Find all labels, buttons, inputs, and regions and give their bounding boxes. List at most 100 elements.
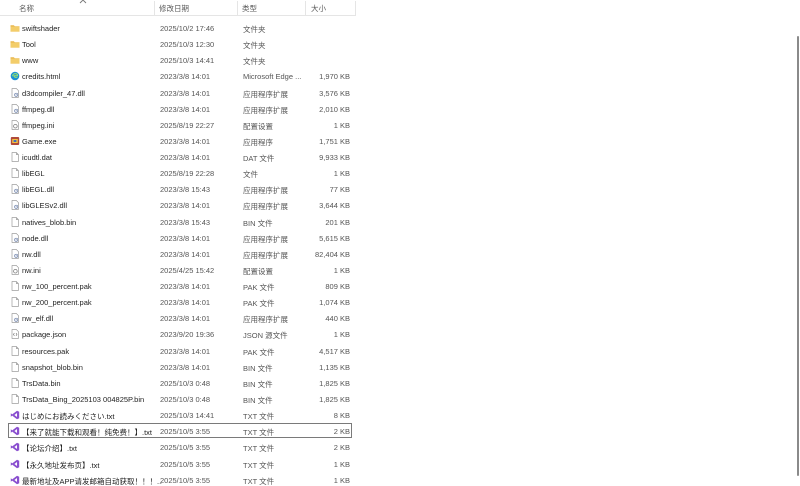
file-name: www [22, 56, 39, 66]
file-row[interactable]: nw_200_percent.pak 2023/3/8 14:01 PAK 文件 1,… [8, 294, 352, 309]
file-name: nw_elf.dll [22, 314, 54, 324]
vs-text-icon [10, 410, 20, 420]
dll-icon [10, 232, 20, 243]
file-modified-date: 2023/3/8 14:01 [160, 201, 211, 211]
file-modified-date: 2023/3/8 14:01 [160, 314, 211, 324]
file-modified-date: 2023/3/8 14:01 [160, 346, 211, 356]
file-name: credits.html [22, 72, 61, 82]
file-modified-date: 2025/10/5 3:55 [160, 459, 211, 469]
file-row[interactable]: ffmpeg.dll 2023/3/8 14:01 应用程序扩展 2,010 KB [8, 101, 352, 116]
file-name: Game.exe [22, 136, 57, 146]
file-row[interactable]: www 2025/10/3 14:41 文件夹 [8, 52, 352, 67]
file-name: nw_100_percent.pak [22, 282, 92, 292]
file-row[interactable]: node.dll 2023/3/8 14:01 应用程序扩展 5,615 KB [8, 230, 352, 245]
sort-ascending-icon[interactable] [79, 0, 87, 4]
file-size: 1,825 KB [319, 394, 350, 404]
file-row[interactable]: ffmpeg.ini 2025/8/19 22:27 配置设置 1 KB [8, 117, 352, 132]
file-size: 2,010 KB [319, 104, 350, 114]
folder-icon [10, 39, 20, 49]
file-modified-date: 2025/10/2 17:46 [160, 24, 215, 33]
ini-icon [10, 120, 20, 130]
file-size: 809 KB [325, 282, 350, 292]
file-icon [10, 152, 20, 162]
file-icon [10, 281, 20, 291]
file-name: nw_200_percent.pak [22, 298, 92, 308]
file-modified-date: 2023/3/8 14:01 [160, 362, 211, 372]
file-size: 8 KB [333, 411, 350, 421]
column-header-date[interactable]: 修改日期 [159, 3, 189, 14]
file-name: TrsData.bin [22, 378, 61, 388]
file-row[interactable]: TrsData.bin 2025/10/3 0:48 BIN 文件 1,825 KB [8, 375, 352, 390]
file-row[interactable]: libGLESv2.dll 2023/3/8 14:01 应用程序扩展 3,644 K… [8, 197, 352, 212]
file-row[interactable]: nw_100_percent.pak 2023/3/8 14:01 PAK 文件 80… [8, 278, 352, 293]
file-row[interactable]: TrsData_Bing_2025103 004825P.bin 2025/10/… [8, 391, 352, 406]
file-icon [10, 216, 20, 227]
file-size: 1,970 KB [319, 72, 350, 82]
file-row[interactable]: Game.exe 2023/3/8 14:01 应用程序 1,751 KB [8, 133, 352, 148]
file-row[interactable]: icudtl.dat 2023/3/8 14:01 DAT 文件 9,933 KB [8, 149, 352, 164]
column-header-size[interactable]: 大小 [311, 3, 326, 14]
column-divider[interactable] [355, 1, 356, 15]
file-size: 440 KB [325, 314, 350, 324]
column-divider[interactable] [237, 1, 238, 15]
edge-icon [10, 71, 20, 81]
dll-icon [10, 184, 20, 194]
file-type: 文件夹 [243, 25, 266, 34]
file-name: 最新地址及APP请发邮箱自动获取！！！... [22, 476, 162, 486]
file-type: 文件夹 [243, 41, 266, 51]
file-row[interactable]: libEGL.dll 2023/3/8 15:43 应用程序扩展 77 KB [8, 181, 352, 196]
file-modified-date: 2025/10/5 3:55 [160, 443, 211, 453]
file-modified-date: 2025/10/3 0:48 [160, 378, 211, 388]
file-row[interactable]: 【来了就能下载和观看！纯免费！】.txt 2025/10/5 3:55 TXT 文件… [8, 423, 352, 439]
file-type: 文件夹 [243, 57, 266, 67]
file-modified-date: 2023/3/8 14:01 [160, 88, 211, 98]
column-divider[interactable] [305, 1, 306, 15]
file-name: nw.ini [22, 265, 41, 275]
file-row[interactable]: はじめにお読みください.txt 2025/10/3 14:41 TXT 文件 8 KB [8, 407, 352, 422]
file-row[interactable]: 【论坛介绍】.txt 2025/10/5 3:55 TXT 文件 2 KB [8, 439, 352, 454]
file-name: 【永久地址发布页】.txt [22, 460, 100, 470]
file-name: nw.dll [22, 249, 41, 259]
file-name: libGLESv2.dll [22, 201, 68, 211]
file-modified-date: 2023/3/8 14:01 [160, 136, 211, 146]
file-row[interactable]: credits.html 2023/3/8 14:01 Microsoft Edge… [8, 68, 352, 83]
file-size: 1 KB [333, 330, 350, 340]
file-row[interactable]: resources.pak 2023/3/8 14:01 PAK 文件 4,517 K… [8, 343, 352, 358]
file-row[interactable]: nw.ini 2025/4/25 15:42 配置设置 1 KB [8, 262, 352, 277]
column-header-name[interactable]: 名称 [19, 3, 34, 14]
file-size: 3,644 KB [319, 201, 350, 211]
vs-text-icon [10, 426, 20, 436]
vs-text-icon [10, 459, 20, 469]
file-modified-date: 2025/10/3 0:48 [160, 394, 211, 404]
file-row[interactable]: 【永久地址发布页】.txt 2025/10/5 3:55 TXT 文件 1 KB [8, 456, 352, 471]
file-name: TrsData_Bing_2025103 004825P.bin [22, 394, 145, 404]
file-row[interactable]: Tool 2025/10/3 12:30 文件夹 [8, 36, 352, 51]
file-name: libEGL.dll [22, 185, 55, 195]
file-row[interactable]: nw.dll 2023/3/8 14:01 应用程序扩展 82,404 KB [8, 246, 352, 261]
file-size: 5,615 KB [319, 233, 350, 243]
file-row[interactable]: libEGL 2025/8/19 22:28 文件 1 KB [8, 165, 352, 180]
file-size: 2 KB [333, 443, 350, 453]
file-modified-date: 2025/10/3 14:41 [160, 56, 215, 66]
file-row[interactable]: natives_blob.bin 2023/3/8 15:43 BIN 文件 201 … [8, 214, 352, 229]
file-row[interactable]: package.json 2023/9/20 19:36 JSON 源文件 1 KB [8, 326, 352, 341]
file-row[interactable]: nw_elf.dll 2023/3/8 14:01 应用程序扩展 440 KB [8, 310, 352, 325]
column-divider[interactable] [154, 1, 155, 15]
file-size: 1 KB [333, 459, 350, 469]
file-row[interactable]: swiftshader 2025/10/2 17:46 文件夹 [8, 20, 352, 35]
file-modified-date: 2023/3/8 14:01 [160, 233, 211, 243]
file-size: 1 KB [333, 120, 350, 130]
file-row[interactable]: 最新地址及APP请发邮箱自动获取！！！... 2025/10/5 3:55 TXT … [8, 472, 352, 486]
file-size: 82,404 KB [314, 249, 350, 259]
column-header-type[interactable]: 类型 [242, 3, 257, 14]
file-row[interactable]: snapshot_blob.bin 2023/3/8 14:01 BIN 文件 1,1… [8, 359, 352, 374]
file-size: 1 KB [333, 265, 350, 275]
file-row[interactable]: d3dcompiler_47.dll 2023/3/8 14:01 应用程序扩展 3,… [8, 85, 352, 100]
file-modified-date: 2023/3/8 15:43 [160, 185, 211, 195]
scrollbar-thumb[interactable] [797, 36, 799, 476]
file-size: 2 KB [333, 427, 350, 437]
vertical-scrollbar[interactable] [795, 0, 800, 486]
file-modified-date: 2023/3/8 14:01 [160, 249, 211, 259]
file-modified-date: 2023/3/8 15:43 [160, 217, 211, 227]
file-icon [10, 362, 20, 372]
